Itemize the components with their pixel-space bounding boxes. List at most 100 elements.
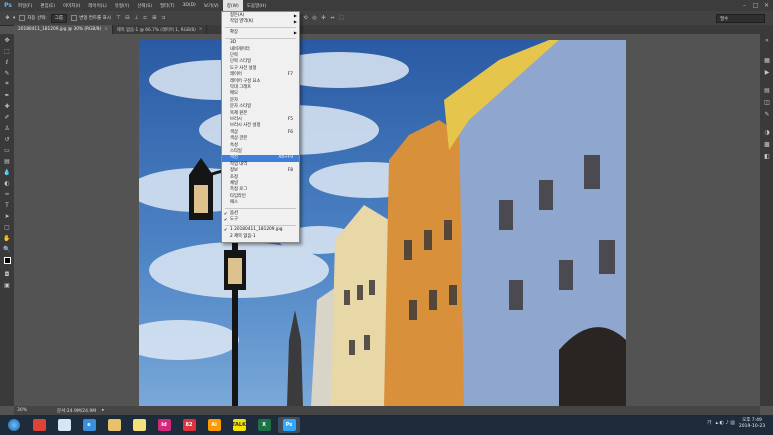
distribute-icons[interactable]: ⟲ ◎ ✣ ⇔ ⬚: [302, 15, 347, 22]
taskbar-illustrator-icon[interactable]: Ai: [203, 417, 225, 433]
quick-mask-icon[interactable]: ◘: [2, 270, 12, 278]
taskbar-app-82-icon[interactable]: 82: [178, 417, 200, 433]
history-panel-icon[interactable]: ▦: [762, 56, 772, 64]
menu-6[interactable]: 필터(T): [156, 0, 179, 11]
tab-close-icon[interactable]: ×: [199, 27, 203, 32]
shape-tool-icon[interactable]: ▢: [2, 223, 12, 231]
3d-drag-icon[interactable]: ✣: [320, 15, 327, 22]
tab-close-icon[interactable]: ×: [104, 27, 108, 32]
crop-tool-icon[interactable]: ⌗: [2, 80, 12, 88]
status-menu-arrow-icon[interactable]: ▸: [102, 408, 104, 413]
taskbar-indesign-icon[interactable]: Id: [153, 417, 175, 433]
menu-2[interactable]: 이미지(I): [59, 0, 84, 11]
channels-panel-icon[interactable]: ◫: [762, 98, 772, 106]
type-tool-icon[interactable]: T: [2, 201, 12, 209]
dodge-tool-icon[interactable]: ◐: [2, 179, 12, 187]
align-center-icon[interactable]: ⊞: [151, 15, 158, 22]
hand-tool-icon[interactable]: ✋: [2, 234, 12, 242]
document-canvas[interactable]: [139, 40, 626, 406]
menu-7[interactable]: 3D(D): [179, 0, 200, 11]
menu-5[interactable]: 선택(S): [133, 0, 156, 11]
menu-1[interactable]: 편집(E): [36, 0, 59, 11]
tab-label: 20180411_181209.jpg @ 30% (RGB/8): [18, 27, 102, 32]
3d-slide-icon[interactable]: ⇔: [329, 15, 336, 22]
marquee-tool-icon[interactable]: ⬚: [2, 47, 12, 55]
menu-items: 파일(F) 편집(E) 이미지(I) 레이어(L) 유형(Y) 선택(S) 필터(T) 3D(…: [14, 0, 270, 11]
actions-panel-icon[interactable]: ▶: [762, 68, 772, 76]
align-left-icon[interactable]: ⊏: [142, 15, 149, 22]
window-menu-item[interactable]: ✔ 도구: [222, 217, 299, 223]
pen-tool-icon[interactable]: ✑: [2, 190, 12, 198]
menu-9[interactable]: 창(W): [222, 0, 243, 11]
system-clock[interactable]: 오후 7:49 2019-10-23: [735, 418, 769, 430]
move-tool-icon[interactable]: ✥ ▾: [4, 15, 15, 22]
3d-rotate-icon[interactable]: ⟲: [302, 15, 309, 22]
menu-0[interactable]: 파일(F): [14, 0, 36, 11]
taskbar-notes-icon[interactable]: [128, 417, 150, 433]
auto-select-checkbox[interactable]: 자동 선택:: [19, 15, 47, 21]
document-info[interactable]: 문서:24.9M/24.9M: [57, 408, 96, 414]
menu-8[interactable]: 보기(V): [200, 0, 223, 11]
brush-tool-icon[interactable]: ✐: [2, 113, 12, 121]
taskbar-chrome-icon[interactable]: [28, 417, 50, 433]
window-menu-item[interactable]: 2 제목 없음-1: [222, 234, 299, 240]
quick-select-tool-icon[interactable]: ✎: [2, 69, 12, 77]
panel-collapse-icon[interactable]: »: [762, 36, 772, 44]
adjustments-panel-icon[interactable]: ◧: [762, 152, 772, 160]
menu-4[interactable]: 유형(Y): [111, 0, 134, 11]
zoom-level[interactable]: 30%: [17, 408, 27, 413]
color-swatches-icon[interactable]: [2, 256, 12, 264]
align-top-icon[interactable]: ⊤: [115, 15, 122, 22]
3d-roll-icon[interactable]: ◎: [311, 15, 318, 22]
move-tool-icon[interactable]: ✥: [2, 36, 12, 44]
tab-document-2[interactable]: 제목 없음-1 @ 66.7% (레이어 1, RGB/8) ×: [113, 25, 208, 34]
healing-brush-tool-icon[interactable]: ✚: [2, 102, 12, 110]
align-bottom-icon[interactable]: ⊥: [133, 15, 140, 22]
3d-scale-icon[interactable]: ⬚: [338, 15, 345, 22]
tray-icons[interactable]: ▴ ◐ ♪ ▥: [715, 420, 735, 426]
align-right-icon[interactable]: ⊐: [160, 15, 167, 22]
taskbar-photoshop-icon[interactable]: Ps: [278, 417, 300, 433]
window-menu-item[interactable]: 작업 영역(K) ▶: [222, 19, 299, 25]
align-middle-icon[interactable]: ⊟: [124, 15, 131, 22]
taskbar-ie-icon[interactable]: e: [78, 417, 100, 433]
paths-panel-icon[interactable]: ✎: [762, 110, 772, 118]
window-menu-item[interactable]: 패스: [222, 200, 299, 206]
history-brush-tool-icon[interactable]: ↺: [2, 135, 12, 143]
eyedropper-tool-icon[interactable]: ✒: [2, 91, 12, 99]
minimize-icon[interactable]: –: [740, 1, 749, 9]
show-transform-checkbox[interactable]: 변형 컨트롤 표시: [71, 15, 111, 21]
taskbar-app-label: TALK: [232, 419, 246, 431]
taskbar-app-label: [32, 419, 46, 431]
layers-panel-icon[interactable]: ▤: [762, 86, 772, 94]
color-panel-icon[interactable]: ◑: [762, 128, 772, 136]
auto-select-dropdown[interactable]: 그룹: [50, 13, 68, 23]
taskbar-kakaotalk-icon[interactable]: TALK: [228, 417, 250, 433]
menu-10[interactable]: 도움말(H): [243, 0, 270, 11]
clone-stamp-tool-icon[interactable]: ♙: [2, 124, 12, 132]
blur-tool-icon[interactable]: 💧: [2, 168, 12, 176]
screen-mode-icon[interactable]: ▣: [2, 281, 12, 289]
input-language-indicator[interactable]: 가: [707, 419, 712, 426]
maximize-icon[interactable]: □: [751, 1, 760, 9]
windows-taskbar: e Id 82 Ai TALK X Ps 가 ▴ ◐ ♪ ▥ 오후 7:49 2019-10…: [0, 415, 773, 435]
taskbar-explorer-window-icon[interactable]: [53, 417, 75, 433]
gradient-tool-icon[interactable]: ▤: [2, 157, 12, 165]
tab-document-1[interactable]: 20180411_181209.jpg @ 30% (RGB/8) ×: [14, 25, 113, 34]
taskbar-folder-icon[interactable]: [103, 417, 125, 433]
start-button-icon[interactable]: [3, 417, 25, 433]
taskbar-app-label: X: [257, 419, 271, 431]
taskbar-app-label: [107, 419, 121, 431]
window-menu-item[interactable]: 확장 ▶: [222, 30, 299, 36]
menu-3[interactable]: 레이어(L): [84, 0, 110, 11]
swatches-panel-icon[interactable]: ▩: [762, 140, 772, 148]
workspace-select[interactable]: 필수: [716, 14, 765, 23]
menu-separator: [225, 27, 296, 29]
lasso-tool-icon[interactable]: ℓ: [2, 58, 12, 66]
zoom-tool-icon[interactable]: 🔍: [2, 245, 12, 253]
taskbar-excel-icon[interactable]: X: [253, 417, 275, 433]
path-selection-tool-icon[interactable]: ➤: [2, 212, 12, 220]
eraser-tool-icon[interactable]: ▭: [2, 146, 12, 154]
align-icons[interactable]: ⊤ ⊟ ⊥ ⊏ ⊞ ⊐: [115, 15, 169, 22]
close-icon[interactable]: ✕: [762, 1, 771, 9]
